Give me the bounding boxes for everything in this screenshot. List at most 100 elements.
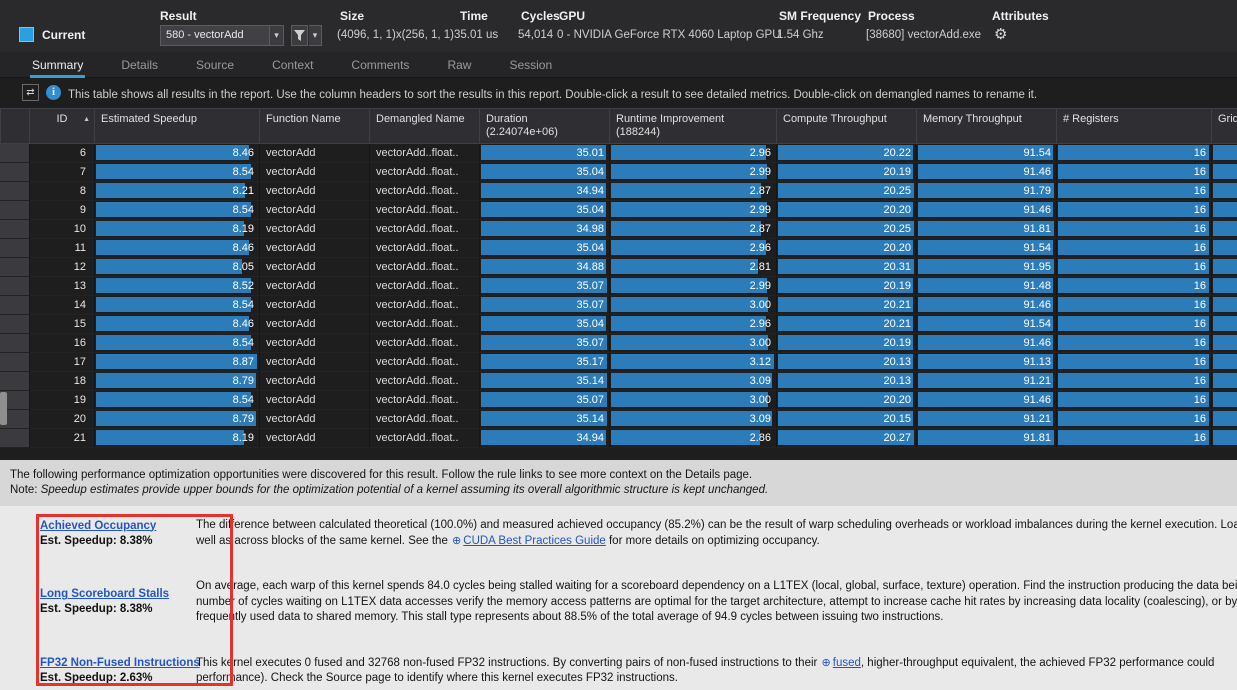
tab-context[interactable]: Context — [270, 52, 315, 78]
tab-comments[interactable]: Comments — [349, 52, 411, 78]
vertical-scrollbar-thumb[interactable] — [0, 392, 7, 425]
row-selector[interactable] — [0, 220, 30, 239]
rule-link[interactable]: Long Scoreboard Stalls — [40, 587, 196, 601]
cell-value: 2.99 — [750, 204, 771, 216]
tab-session[interactable]: Session — [507, 52, 554, 78]
cell-demangled[interactable]: vectorAdd..float.. — [370, 353, 480, 372]
table-row[interactable]: 178.87vectorAddvectorAdd..float..35.173.… — [0, 353, 1237, 372]
table-row[interactable]: 108.19vectorAddvectorAdd..float..34.982.… — [0, 220, 1237, 239]
cell-demangled[interactable]: vectorAdd..float.. — [370, 182, 480, 201]
table-row[interactable]: 218.19vectorAddvectorAdd..float..34.942.… — [0, 429, 1237, 448]
column-header-registers[interactable]: # Registers — [1057, 108, 1212, 144]
row-selector[interactable] — [0, 334, 30, 353]
cell-compute: 20.25 — [777, 220, 917, 239]
column-header-memory[interactable]: Memory Throughput — [917, 108, 1057, 144]
data-bar — [611, 373, 772, 388]
table-row[interactable]: 168.54vectorAddvectorAdd..float..35.073.… — [0, 334, 1237, 353]
tab-source[interactable]: Source — [194, 52, 236, 78]
table-row[interactable]: 158.46vectorAddvectorAdd..float..35.042.… — [0, 315, 1237, 334]
rule-link[interactable]: Achieved Occupancy — [40, 519, 196, 533]
cell-value: 16 — [1194, 185, 1206, 197]
row-selector[interactable] — [0, 296, 30, 315]
row-selector[interactable] — [0, 372, 30, 391]
cell-demangled[interactable]: vectorAdd..float.. — [370, 277, 480, 296]
data-bar — [611, 259, 758, 274]
table-row[interactable]: 78.54vectorAddvectorAdd..float..35.042.9… — [0, 163, 1237, 182]
cell-demangled[interactable]: vectorAdd..float.. — [370, 391, 480, 410]
cell-demangled[interactable]: vectorAdd..float.. — [370, 296, 480, 315]
cell-memory: 91.46 — [917, 296, 1057, 315]
row-selector[interactable] — [0, 144, 30, 163]
gear-icon[interactable]: ⚙ — [994, 26, 1007, 44]
cell-grid — [1212, 372, 1237, 391]
cell-demangled[interactable]: vectorAdd..float.. — [370, 372, 480, 391]
cell-compute: 20.20 — [777, 239, 917, 258]
table-row[interactable]: 98.54vectorAddvectorAdd..float..35.042.9… — [0, 201, 1237, 220]
column-header-duration[interactable]: Duration(2.24074e+06) — [480, 108, 610, 144]
table-row[interactable]: 88.21vectorAddvectorAdd..float..34.942.8… — [0, 182, 1237, 201]
cell-demangled[interactable]: vectorAdd..float.. — [370, 315, 480, 334]
cell-demangled[interactable]: vectorAdd..float.. — [370, 220, 480, 239]
row-selector[interactable] — [0, 353, 30, 372]
row-selector[interactable] — [0, 315, 30, 334]
current-result-swatch[interactable] — [19, 27, 34, 42]
tab-details[interactable]: Details — [119, 52, 160, 78]
column-header-function[interactable]: Function Name — [260, 108, 370, 144]
cell-demangled[interactable]: vectorAdd..float.. — [370, 163, 480, 182]
cell-demangled[interactable]: vectorAdd..float.. — [370, 258, 480, 277]
cell-id: 13 — [30, 277, 95, 296]
row-selector[interactable] — [0, 182, 30, 201]
tab-summary[interactable]: Summary — [30, 52, 85, 78]
cell-compute: 20.21 — [777, 296, 917, 315]
result-dropdown-arrow[interactable]: ▾ — [269, 25, 284, 46]
row-selector[interactable] — [0, 277, 30, 296]
row-selector[interactable] — [0, 239, 30, 258]
rule-link[interactable]: FP32 Non-Fused Instructions — [40, 656, 196, 670]
cell-value: 91.54 — [1023, 318, 1051, 330]
filter-dropdown-arrow[interactable]: ▾ — [309, 25, 322, 46]
cell-demangled[interactable]: vectorAdd..float.. — [370, 144, 480, 163]
result-dropdown[interactable]: 580 - vectorAdd — [160, 25, 270, 46]
column-header-id[interactable]: ID▲ — [30, 108, 95, 144]
column-header-runtime[interactable]: Runtime Improvement(188244) — [610, 108, 777, 144]
column-header-grid[interactable]: Grid Siz — [1212, 108, 1237, 144]
column-header-demangled[interactable]: Demangled Name — [370, 108, 480, 144]
cell-value: 2.86 — [750, 432, 771, 444]
table-row[interactable]: 128.05vectorAddvectorAdd..float..34.882.… — [0, 258, 1237, 277]
cell-runtime: 3.09 — [610, 410, 777, 429]
cell-demangled[interactable]: vectorAdd..float.. — [370, 334, 480, 353]
table-row[interactable]: 208.79vectorAddvectorAdd..float..35.143.… — [0, 410, 1237, 429]
column-header-speedup[interactable]: Estimated Speedup — [95, 108, 260, 144]
row-selector[interactable] — [0, 163, 30, 182]
cell-runtime: 3.00 — [610, 334, 777, 353]
cell-demangled[interactable]: vectorAdd..float.. — [370, 429, 480, 448]
cell-runtime: 2.96 — [610, 239, 777, 258]
table-row[interactable]: 188.79vectorAddvectorAdd..float..35.143.… — [0, 372, 1237, 391]
cell-demangled[interactable]: vectorAdd..float.. — [370, 201, 480, 220]
inline-link[interactable]: CUDA Best Practices Guide — [463, 535, 606, 547]
table-row[interactable]: 138.52vectorAddvectorAdd..float..35.072.… — [0, 277, 1237, 296]
cell-speedup: 8.54 — [95, 201, 260, 220]
table-header: ID▲Estimated SpeedupFunction NameDemangl… — [0, 108, 1237, 144]
table-row[interactable]: 118.46vectorAddvectorAdd..float..35.042.… — [0, 239, 1237, 258]
column-header-compute[interactable]: Compute Throughput — [777, 108, 917, 144]
row-selector[interactable] — [0, 429, 30, 448]
table-row[interactable]: 198.54vectorAddvectorAdd..float..35.073.… — [0, 391, 1237, 410]
row-selector[interactable] — [0, 201, 30, 220]
cell-speedup: 8.21 — [95, 182, 260, 201]
row-selector[interactable] — [0, 258, 30, 277]
cell-value: 91.13 — [1023, 356, 1051, 368]
filter-button[interactable] — [291, 25, 308, 46]
cell-demangled[interactable]: vectorAdd..float.. — [370, 239, 480, 258]
cell-runtime: 2.99 — [610, 163, 777, 182]
data-bar — [611, 411, 772, 426]
table-row[interactable]: 148.54vectorAddvectorAdd..float..35.073.… — [0, 296, 1237, 315]
cell-memory: 91.46 — [917, 163, 1057, 182]
cell-registers: 16 — [1057, 334, 1212, 353]
cell-value: 8.52 — [233, 280, 254, 292]
inline-link[interactable]: fused — [833, 657, 861, 669]
cell-demangled[interactable]: vectorAdd..float.. — [370, 410, 480, 429]
tab-raw[interactable]: Raw — [445, 52, 473, 78]
table-row[interactable]: 68.46vectorAddvectorAdd..float..35.012.9… — [0, 144, 1237, 163]
swap-view-button[interactable]: ⇄ — [22, 84, 39, 101]
